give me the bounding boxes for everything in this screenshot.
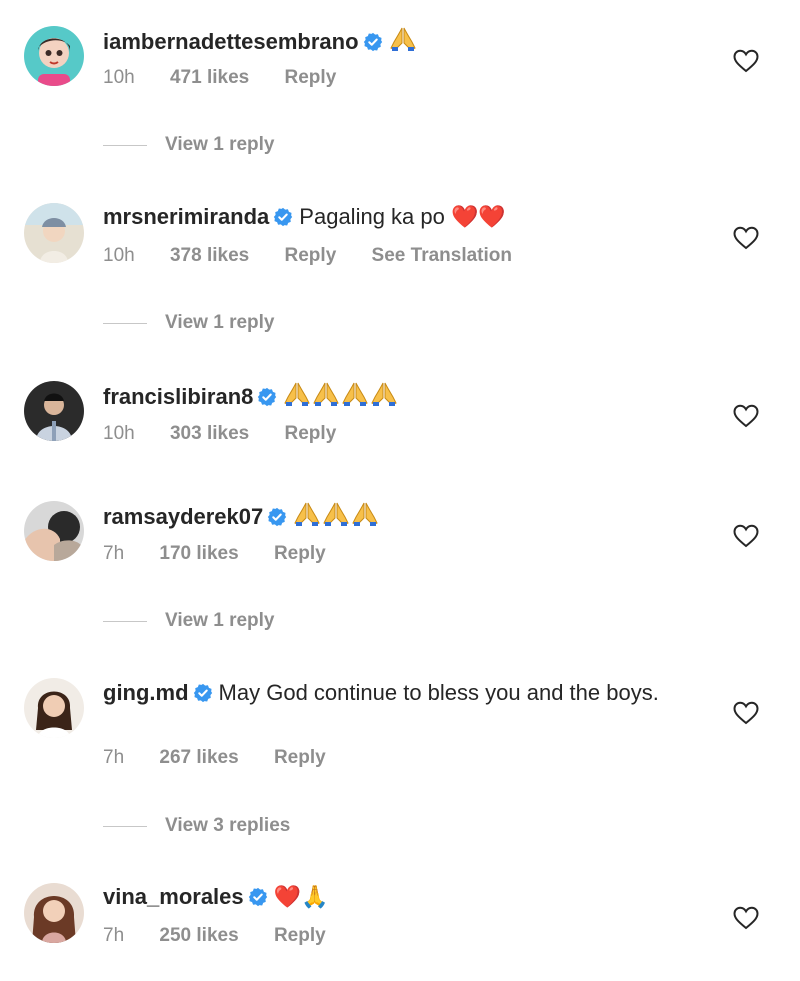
comment-time: 7h — [103, 747, 125, 768]
comment-body: ramsayderek07 — [103, 500, 680, 530]
comment-body: vina_morales ❤️🙏 — [103, 883, 680, 911]
like-heart-icon[interactable] — [733, 226, 759, 250]
comment-username[interactable]: ramsayderek07 — [103, 504, 263, 529]
comment-likes[interactable]: 267 likes — [159, 747, 238, 768]
avatar[interactable] — [24, 883, 84, 943]
comment-meta: 7h 250 likes Reply — [103, 924, 356, 948]
reply-button[interactable]: Reply — [285, 423, 337, 444]
comment-meta: 7h 170 likes Reply — [103, 542, 356, 566]
verified-badge-icon — [273, 207, 293, 227]
like-heart-icon[interactable] — [733, 906, 759, 930]
comment-meta: 7h 267 likes Reply — [103, 746, 356, 770]
comment-time: 10h — [103, 67, 135, 88]
avatar[interactable] — [24, 203, 84, 263]
comment-emojis: ❤️🙏 — [273, 885, 329, 910]
view-replies-button[interactable]: View 3 replies — [103, 814, 290, 838]
reply-button[interactable]: Reply — [285, 67, 337, 88]
comment-body: mrsnerimiranda Pagaling ka po ❤️❤️ — [103, 203, 680, 231]
reply-button[interactable]: Reply — [274, 925, 326, 946]
comment-body: iambernadettesembrano — [103, 25, 680, 55]
verified-badge-icon — [257, 387, 277, 407]
comment-username[interactable]: mrsnerimiranda — [103, 204, 269, 229]
comment-emojis: ❤️❤️ — [450, 205, 506, 230]
pray-emoji-icon — [312, 380, 340, 408]
see-translation-button[interactable]: See Translation — [372, 245, 512, 266]
avatar[interactable] — [24, 678, 84, 738]
comment-meta: 10h 378 likes Reply See Translation — [103, 244, 542, 268]
view-replies-label: View 1 reply — [165, 134, 275, 155]
avatar[interactable] — [24, 26, 84, 86]
comment-text: May God continue to bless you and the bo… — [218, 680, 659, 705]
pray-emoji-icon — [322, 500, 350, 528]
pray-emoji-icon — [341, 380, 369, 408]
view-replies-button[interactable]: View 1 reply — [103, 133, 275, 157]
pray-emoji-icon — [370, 380, 398, 408]
view-replies-label: View 3 replies — [165, 815, 291, 836]
reply-divider-line — [103, 825, 147, 827]
like-heart-icon[interactable] — [733, 524, 759, 548]
reply-divider-line — [103, 322, 147, 324]
comment-likes[interactable]: 250 likes — [159, 925, 238, 946]
avatar[interactable] — [24, 501, 84, 561]
reply-divider-line — [103, 144, 147, 146]
pray-emoji-icon — [351, 500, 379, 528]
comment-username[interactable]: ging.md — [103, 680, 189, 705]
comment-likes[interactable]: 378 likes — [170, 245, 249, 266]
view-replies-button[interactable]: View 1 reply — [103, 311, 275, 335]
comment-username[interactable]: iambernadettesembrano — [103, 29, 359, 54]
reply-button[interactable]: Reply — [285, 245, 337, 266]
comment-body: francislibiran8 — [103, 380, 680, 410]
comment-likes[interactable]: 303 likes — [170, 423, 249, 444]
comment-likes[interactable]: 471 likes — [170, 67, 249, 88]
comment-likes[interactable]: 170 likes — [159, 543, 238, 564]
like-heart-icon[interactable] — [733, 701, 759, 725]
reply-divider-line — [103, 620, 147, 622]
comment-text: Pagaling ka po — [299, 204, 445, 229]
comment-time: 7h — [103, 543, 125, 564]
verified-badge-icon — [267, 507, 287, 527]
like-heart-icon[interactable] — [733, 49, 759, 73]
comment-username[interactable]: vina_morales — [103, 884, 244, 909]
pray-emoji-icon — [389, 25, 417, 53]
reply-button[interactable]: Reply — [274, 747, 326, 768]
comment-body: ging.md May God continue to bless you and… — [103, 679, 680, 706]
comment-username[interactable]: francislibiran8 — [103, 384, 253, 409]
verified-badge-icon — [248, 887, 268, 907]
comment-time: 7h — [103, 925, 125, 946]
comment-time: 10h — [103, 245, 135, 266]
comment-meta: 10h 471 likes Reply — [103, 66, 366, 90]
verified-badge-icon — [363, 32, 383, 52]
avatar[interactable] — [24, 381, 84, 441]
reply-button[interactable]: Reply — [274, 543, 326, 564]
comment-meta: 10h 303 likes Reply — [103, 422, 366, 446]
like-heart-icon[interactable] — [733, 404, 759, 428]
pray-emoji-icon — [283, 380, 311, 408]
verified-badge-icon — [193, 683, 213, 703]
view-replies-label: View 1 reply — [165, 312, 275, 333]
view-replies-button[interactable]: View 1 reply — [103, 609, 275, 633]
comment-time: 10h — [103, 423, 135, 444]
pray-emoji-icon — [293, 500, 321, 528]
view-replies-label: View 1 reply — [165, 610, 275, 631]
